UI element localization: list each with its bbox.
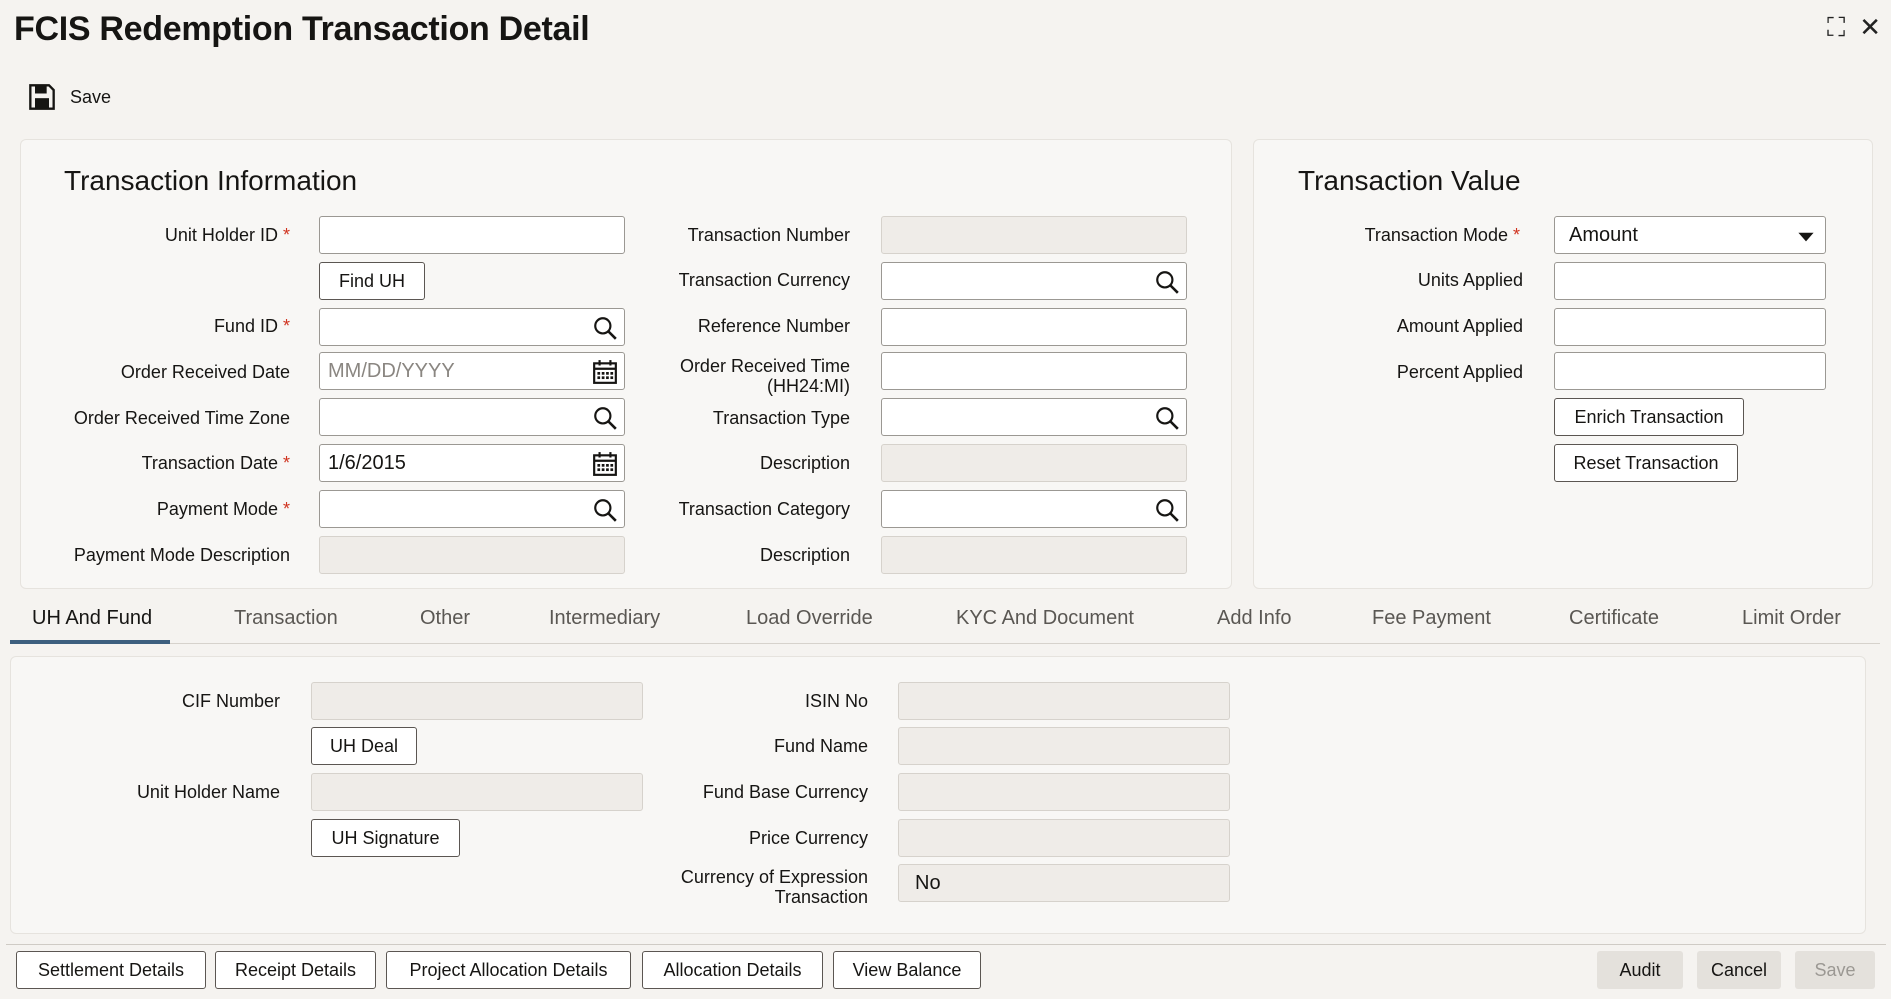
- search-icon[interactable]: [1154, 405, 1180, 431]
- tab-intermediary[interactable]: Intermediary: [549, 607, 660, 630]
- close-icon[interactable]: ✕: [1859, 12, 1881, 44]
- transaction-value-title: Transaction Value: [1298, 165, 1521, 196]
- save-button[interactable]: Save: [1795, 951, 1875, 989]
- search-icon[interactable]: [1154, 497, 1180, 523]
- allocation-details-button[interactable]: Allocation Details: [642, 951, 823, 989]
- payment-mode-description-field: [319, 536, 625, 574]
- cif-number-label: CIF Number: [181, 691, 280, 711]
- chevron-down-icon: [1798, 232, 1814, 242]
- payment-mode-label: Payment Mode *: [156, 499, 290, 519]
- tab-uh-and-fund[interactable]: UH And Fund: [32, 607, 152, 630]
- amount-applied-label: Amount Applied: [1396, 316, 1523, 336]
- calendar-icon[interactable]: [592, 451, 618, 477]
- percent-applied-label: Percent Applied: [1396, 362, 1523, 382]
- transaction-information-title: Transaction Information: [64, 165, 358, 196]
- transaction-mode-select[interactable]: Amount: [1554, 216, 1826, 254]
- transaction-category-label: Transaction Category: [678, 499, 850, 519]
- calendar-icon[interactable]: [592, 359, 618, 385]
- tab-fee-payment[interactable]: Fee Payment: [1372, 607, 1491, 630]
- transaction-number-field: [881, 216, 1187, 254]
- search-icon[interactable]: [592, 315, 618, 341]
- footer-divider: [6, 944, 1886, 945]
- project-allocation-details-button[interactable]: Project Allocation Details: [386, 951, 631, 989]
- currency-of-expression-label: Currency of Expression Transaction: [680, 867, 868, 907]
- tab-add-info[interactable]: Add Info: [1217, 607, 1292, 630]
- search-icon[interactable]: [592, 497, 618, 523]
- fund-name-label: Fund Name: [773, 736, 868, 756]
- percent-applied-input[interactable]: [1554, 352, 1826, 390]
- search-icon[interactable]: [1154, 269, 1180, 295]
- order-received-time-zone-label: Order Received Time Zone: [73, 408, 290, 428]
- currency-of-expression-field: No: [898, 864, 1230, 902]
- category-description-field: [881, 536, 1187, 574]
- view-balance-button[interactable]: View Balance: [833, 951, 981, 989]
- search-icon[interactable]: [592, 405, 618, 431]
- unit-holder-id-label: Unit Holder ID *: [164, 225, 290, 245]
- description-label: Description: [759, 453, 850, 473]
- cancel-button[interactable]: Cancel: [1697, 951, 1781, 989]
- transaction-type-input[interactable]: [881, 398, 1187, 436]
- category-description-label: Description: [759, 545, 850, 565]
- page-title: FCIS Redemption Transaction Detail: [14, 10, 590, 48]
- order-received-time-zone-input[interactable]: [319, 398, 625, 436]
- receipt-details-button[interactable]: Receipt Details: [215, 951, 376, 989]
- order-received-time-input[interactable]: [881, 352, 1187, 390]
- payment-mode-description-label: Payment Mode Description: [73, 545, 290, 565]
- isin-no-label: ISIN No: [804, 691, 868, 711]
- uh-signature-button[interactable]: UH Signature: [311, 819, 460, 857]
- save-label: Save: [70, 86, 112, 107]
- cif-number-field: [311, 682, 643, 720]
- transaction-number-label: Transaction Number: [687, 225, 850, 245]
- settlement-details-button[interactable]: Settlement Details: [16, 951, 206, 989]
- price-currency-field: [898, 819, 1230, 857]
- transaction-type-label: Transaction Type: [712, 408, 850, 428]
- order-received-date-input[interactable]: MM/DD/YYYY: [319, 352, 625, 390]
- fund-base-currency-label: Fund Base Currency: [702, 782, 868, 802]
- fund-id-input[interactable]: [319, 308, 625, 346]
- tabs-divider: [10, 643, 1880, 644]
- tab-load-override[interactable]: Load Override: [746, 607, 873, 630]
- save-toolbar-button[interactable]: Save: [28, 83, 111, 111]
- window-controls: ⛶ ✕: [1827, 12, 1881, 44]
- amount-applied-input[interactable]: [1554, 308, 1826, 346]
- transaction-date-label: Transaction Date *: [141, 453, 290, 473]
- tab-other[interactable]: Other: [420, 607, 470, 630]
- transaction-category-input[interactable]: [881, 490, 1187, 528]
- tab-kyc-and-document[interactable]: KYC And Document: [956, 607, 1134, 630]
- maximize-icon[interactable]: ⛶: [1827, 12, 1845, 44]
- enrich-transaction-button[interactable]: Enrich Transaction: [1554, 398, 1744, 436]
- fund-base-currency-field: [898, 773, 1230, 811]
- fund-name-field: [898, 727, 1230, 765]
- transaction-date-input[interactable]: 1/6/2015: [319, 444, 625, 482]
- reference-number-input[interactable]: [881, 308, 1187, 346]
- tab-limit-order[interactable]: Limit Order: [1742, 607, 1841, 630]
- transaction-currency-label: Transaction Currency: [678, 270, 850, 290]
- isin-no-field: [898, 682, 1230, 720]
- floppy-disk-icon: [29, 84, 55, 110]
- units-applied-label: Units Applied: [1417, 270, 1523, 290]
- description-field: [881, 444, 1187, 482]
- audit-button[interactable]: Audit: [1597, 951, 1683, 989]
- active-tab-indicator: [10, 640, 170, 644]
- fund-id-label: Fund ID *: [213, 316, 290, 336]
- find-uh-button[interactable]: Find UH: [319, 262, 425, 300]
- tab-transaction[interactable]: Transaction: [234, 607, 338, 630]
- tab-certificate[interactable]: Certificate: [1569, 607, 1659, 630]
- unit-holder-name-label: Unit Holder Name: [136, 782, 280, 802]
- price-currency-label: Price Currency: [748, 828, 868, 848]
- units-applied-input[interactable]: [1554, 262, 1826, 300]
- unit-holder-id-input[interactable]: [319, 216, 625, 254]
- order-received-date-label: Order Received Date: [120, 362, 290, 382]
- payment-mode-input[interactable]: [319, 490, 625, 528]
- transaction-currency-input[interactable]: [881, 262, 1187, 300]
- uh-deal-button[interactable]: UH Deal: [311, 727, 417, 765]
- transaction-mode-label: Transaction Mode *: [1364, 225, 1520, 245]
- reset-transaction-button[interactable]: Reset Transaction: [1554, 444, 1738, 482]
- reference-number-label: Reference Number: [697, 316, 850, 336]
- order-received-time-label: Order Received Time (HH24:MI): [679, 356, 850, 396]
- unit-holder-name-field: [311, 773, 643, 811]
